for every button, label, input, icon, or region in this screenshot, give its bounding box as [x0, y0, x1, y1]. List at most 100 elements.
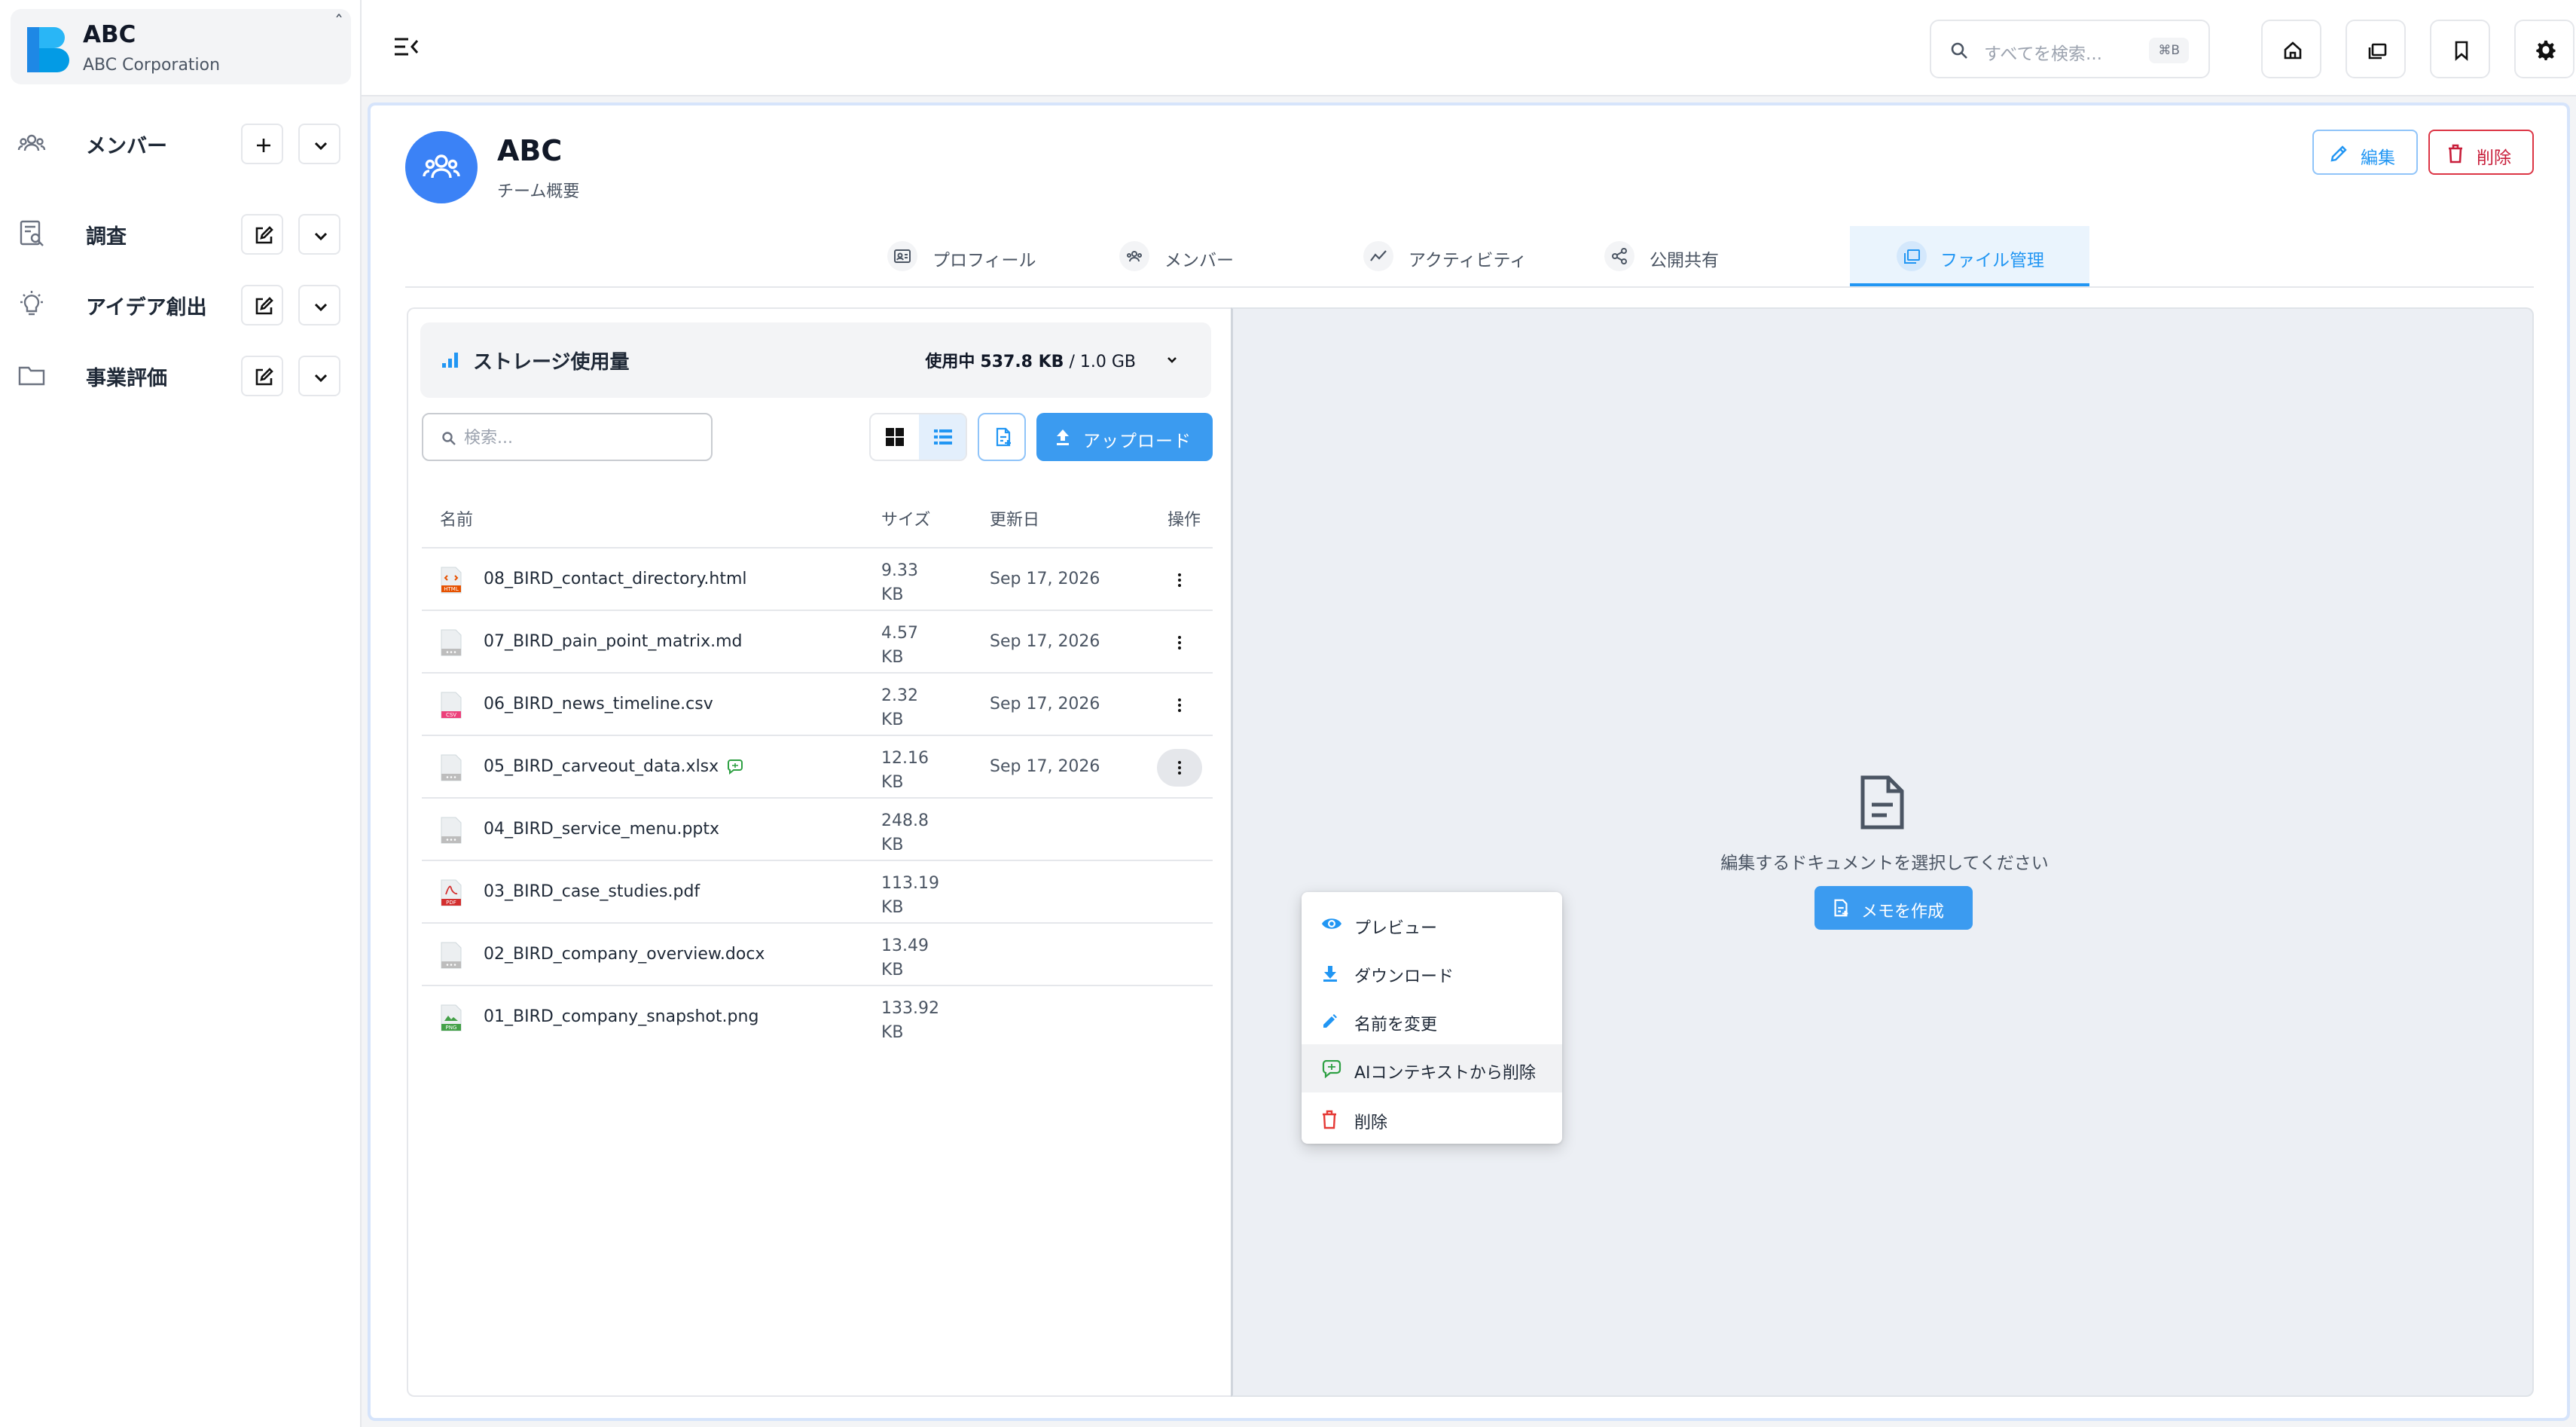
- file-size: 13.49 KB: [881, 937, 929, 979]
- edit-ideation-button[interactable]: [241, 285, 283, 325]
- add-member-button[interactable]: [241, 124, 283, 164]
- tab-file-management[interactable]: ファイル管理: [1850, 226, 2089, 286]
- storage-usage[interactable]: ストレージ使用量 使用中 537.8 KB / 1.0 GB: [420, 322, 1211, 398]
- pencil-icon: [2330, 145, 2347, 162]
- more-vertical-icon: [1178, 698, 1181, 712]
- workspace-subtitle: ABC Corporation: [83, 56, 221, 75]
- file-search-input[interactable]: [464, 423, 705, 452]
- expand-ideation-button[interactable]: [298, 285, 340, 325]
- menu-item-preview[interactable]: プレビュー: [1302, 900, 1562, 948]
- tab-label: 公開共有: [1650, 251, 1719, 270]
- expand-members-button[interactable]: [298, 124, 340, 164]
- edit-team-button[interactable]: 編集: [2312, 130, 2418, 175]
- file-name-cell: 05_BIRD_carveout_data.xlsx: [484, 757, 744, 776]
- storage-total: / 1.0 GB: [1069, 353, 1136, 371]
- grid-view-button[interactable]: [871, 414, 919, 460]
- file-size: 9.33 KB: [881, 561, 918, 604]
- home-button[interactable]: [2261, 20, 2321, 78]
- edit-label: 編集: [2361, 148, 2395, 168]
- tab-label: メンバー: [1164, 251, 1234, 270]
- file-icon: [441, 629, 462, 656]
- tab-label: プロフィール: [932, 251, 1036, 270]
- table-row[interactable]: 04_BIRD_service_menu.pptx 248.8 KB: [422, 799, 1213, 861]
- research-icon: [20, 220, 44, 246]
- expand-research-button[interactable]: [298, 214, 340, 255]
- table-row[interactable]: HTML 08_BIRD_contact_directory.html 9.33…: [422, 548, 1213, 611]
- lightbulb-icon: [20, 291, 43, 316]
- tab-members[interactable]: メンバー: [1119, 226, 1270, 286]
- file-date: Sep 17, 2026: [990, 632, 1100, 651]
- bookmark-button[interactable]: [2430, 20, 2490, 78]
- grid-icon: [886, 428, 904, 446]
- row-menu-button[interactable]: [1157, 686, 1202, 724]
- file-context-menu: プレビュー ダウンロード 名前を変更 AIコンテキストから削除 削除: [1302, 892, 1562, 1144]
- upload-button[interactable]: アップロード: [1036, 413, 1213, 461]
- team-icon: [423, 154, 460, 179]
- global-search[interactable]: すべてを検索... ⌘B: [1930, 20, 2210, 78]
- share-icon: [1604, 241, 1634, 271]
- sidebar-item-members[interactable]: メンバー: [0, 113, 362, 173]
- column-date[interactable]: 更新日: [990, 506, 1039, 530]
- png-file-icon: PNG: [441, 1004, 462, 1031]
- chevron-down-icon[interactable]: [1164, 353, 1180, 368]
- edit-square-icon: [255, 368, 273, 386]
- edit-research-button[interactable]: [241, 214, 283, 255]
- menu-item-download[interactable]: ダウンロード: [1302, 948, 1562, 996]
- tab-profile[interactable]: プロフィール: [887, 226, 1053, 286]
- tab-label: アクティビティ: [1409, 251, 1528, 270]
- row-menu-button[interactable]: [1157, 749, 1202, 787]
- table-row[interactable]: 05_BIRD_carveout_data.xlsx 12.16 KB Sep …: [422, 736, 1213, 799]
- file-name: 03_BIRD_case_studies.pdf: [484, 882, 700, 901]
- library-icon: [2368, 43, 2387, 60]
- table-row[interactable]: PDF 03_BIRD_case_studies.pdf 113.19 KB: [422, 861, 1213, 924]
- file-size: 248.8 KB: [881, 811, 929, 854]
- row-menu-button[interactable]: [1157, 624, 1202, 662]
- chevron-down-icon: [314, 374, 328, 383]
- list-view-button[interactable]: [919, 414, 966, 460]
- table-header: 名前 サイズ 更新日 操作: [422, 484, 1213, 548]
- tab-label: ファイル管理: [1940, 251, 2044, 270]
- sidebar-item-evaluation[interactable]: 事業評価: [0, 345, 362, 405]
- menu-item-label: AIコンテキストから削除: [1354, 1064, 1536, 1083]
- table-row[interactable]: CSV 06_BIRD_news_timeline.csv 2.32 KB Se…: [422, 674, 1213, 736]
- menu-item-label: ダウンロード: [1354, 967, 1454, 986]
- menu-item-rename[interactable]: 名前を変更: [1302, 996, 1562, 1044]
- create-memo-button[interactable]: メモを作成: [1814, 886, 1973, 930]
- team-tabs: プロフィール メンバー アクティビティ 公開共有 ファイル管理: [405, 226, 2534, 288]
- chevron-down-icon: [314, 142, 328, 151]
- storage-value: 使用中 537.8 KB / 1.0 GB: [925, 348, 1136, 372]
- edit-evaluation-button[interactable]: [241, 356, 283, 396]
- file-name: 01_BIRD_company_snapshot.png: [484, 1007, 759, 1026]
- library-button[interactable]: [2346, 20, 2406, 78]
- table-row[interactable]: PNG 01_BIRD_company_snapshot.png 133.92 …: [422, 986, 1213, 1049]
- menu-item-delete[interactable]: 削除: [1302, 1094, 1562, 1142]
- column-size[interactable]: サイズ: [881, 506, 930, 530]
- workspace-switcher[interactable]: ABC ABC Corporation ˆ: [11, 9, 351, 84]
- table-row[interactable]: 02_BIRD_company_overview.docx 13.49 KB: [422, 924, 1213, 986]
- sidebar-collapse-icon[interactable]: [392, 33, 422, 60]
- sidebar-item-ideation[interactable]: アイデア創出: [0, 274, 362, 335]
- menu-item-remove-ai-context[interactable]: AIコンテキストから削除: [1302, 1044, 1562, 1092]
- new-document-button[interactable]: [978, 413, 1026, 461]
- file-search[interactable]: [422, 413, 713, 461]
- team-subtitle: チーム概要: [497, 182, 580, 201]
- row-menu-button[interactable]: [1157, 561, 1202, 599]
- list-icon: [934, 429, 952, 445]
- chevron-up-icon[interactable]: ˆ: [334, 14, 343, 32]
- column-actions: 操作: [1167, 511, 1201, 530]
- sidebar-item-research[interactable]: 調査: [0, 203, 362, 264]
- tab-public-share[interactable]: 公開共有: [1604, 226, 1747, 286]
- expand-evaluation-button[interactable]: [298, 356, 340, 396]
- menu-item-label: プレビュー: [1354, 919, 1438, 938]
- column-name[interactable]: 名前: [440, 506, 473, 530]
- document-add-icon: [996, 427, 1011, 447]
- chevron-down-icon: [314, 232, 328, 241]
- tab-activity[interactable]: アクティビティ: [1363, 226, 1544, 286]
- settings-button[interactable]: [2514, 20, 2574, 78]
- storage-used-label: 使用中: [925, 353, 975, 371]
- members-icon: [1119, 241, 1149, 271]
- team-detail-card: ABC チーム概要 編集 削除 プロフィール メンバー アクティビティ 公開共有…: [371, 105, 2567, 1418]
- delete-team-button[interactable]: 削除: [2428, 130, 2534, 175]
- table-row[interactable]: 07_BIRD_pain_point_matrix.md 4.57 KB Sep…: [422, 611, 1213, 674]
- file-size: 2.32 KB: [881, 686, 918, 729]
